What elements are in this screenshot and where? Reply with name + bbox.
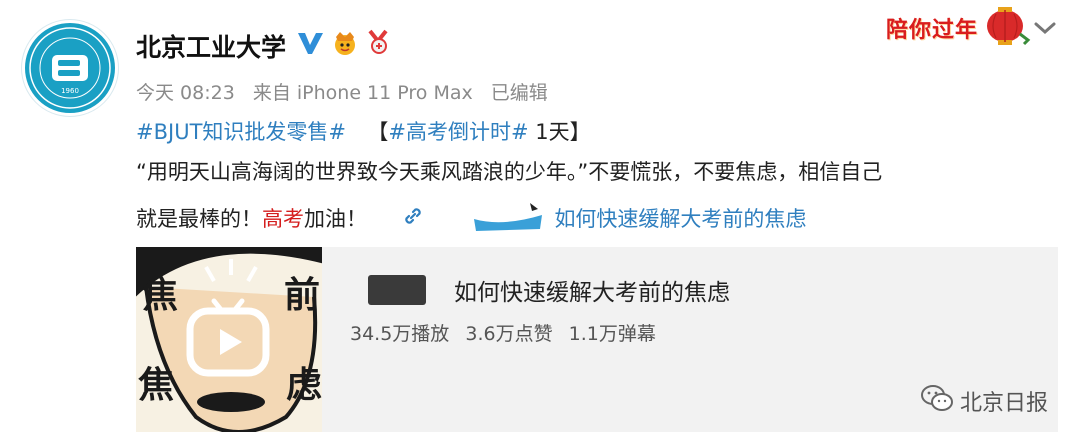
mosaic-blur bbox=[368, 275, 426, 305]
play-count: 34.5万播放 bbox=[350, 323, 450, 345]
festival-badge-text: 陪你过年 bbox=[885, 18, 978, 43]
watermark-text: 北京日报 bbox=[959, 391, 1048, 416]
link-icon bbox=[402, 205, 424, 235]
vip-crown-icon bbox=[330, 29, 360, 63]
post-time[interactable]: 今天 08:23 bbox=[136, 82, 235, 104]
video-play-icon[interactable] bbox=[186, 297, 270, 381]
video-stats: 34.5万播放 3.6万点赞 1.1万弹幕 bbox=[350, 319, 666, 346]
author-name[interactable]: 北京工业大学 bbox=[136, 28, 286, 64]
verified-v-icon bbox=[296, 30, 324, 62]
topic-bjut[interactable]: #BJUT知识批发零售# bbox=[136, 120, 346, 144]
post-source: 来自 iPhone 11 Pro Max bbox=[252, 82, 473, 104]
bilibili-tv-icon bbox=[472, 201, 548, 239]
wechat-icon bbox=[920, 383, 954, 419]
countdown-text: 1天】 bbox=[535, 120, 591, 144]
author-row: 北京工业大学 bbox=[136, 28, 392, 64]
video-title[interactable]: 如何快速缓解大考前的焦虑 bbox=[454, 273, 730, 307]
post-meta: 今天 08:23 来自 iPhone 11 Pro Max 已编辑 bbox=[136, 78, 560, 105]
post-quote: “用明天山高海阔的世界致今天乘风踏浪的少年。”不要慌张，不要焦虑，相信自己 bbox=[136, 160, 883, 184]
svg-text:前: 前 bbox=[284, 275, 320, 316]
post-line-2: “用明天山高海阔的世界致今天乘风踏浪的少年。”不要慌张，不要焦虑，相信自己 bbox=[136, 157, 882, 187]
chevron-down-icon[interactable] bbox=[1032, 18, 1058, 42]
post-cheer: 就是最棒的！ bbox=[136, 207, 262, 231]
video-thumbnail[interactable]: 焦 前 焦 虑 bbox=[136, 247, 322, 432]
bracket-open: 【 bbox=[367, 120, 389, 144]
svg-text:1960: 1960 bbox=[61, 87, 79, 95]
avatar[interactable]: 1960 bbox=[22, 20, 118, 116]
svg-text:虑: 虑 bbox=[286, 365, 322, 406]
bjut-logo: 1960 bbox=[29, 27, 111, 109]
svg-text:焦: 焦 bbox=[138, 365, 174, 406]
edited-label[interactable]: 已编辑 bbox=[491, 82, 548, 104]
post-line-1: #BJUT知识批发零售# 【#高考倒计时# 1天】 bbox=[136, 117, 591, 147]
post-cheer-suffix: 加油！ bbox=[304, 207, 367, 231]
festival-badge[interactable]: 陪你过年 bbox=[886, 6, 1032, 50]
danmaku-count: 1.1万弹幕 bbox=[568, 323, 656, 345]
svg-text:焦: 焦 bbox=[142, 275, 178, 316]
video-link[interactable]: 如何快速缓解大考前的焦虑 bbox=[554, 207, 806, 231]
topic-countdown[interactable]: #高考倒计时# bbox=[388, 120, 528, 144]
source-watermark: 北京日报 bbox=[920, 383, 1048, 419]
medal-icon bbox=[366, 29, 392, 63]
gaokao-highlight[interactable]: 高考 bbox=[262, 207, 304, 231]
like-count: 3.6万点赞 bbox=[465, 323, 553, 345]
lantern-icon bbox=[978, 4, 1032, 52]
post-line-3: 就是最棒的！高考加油！ 如何快速缓解大考前的焦虑 bbox=[136, 201, 806, 239]
